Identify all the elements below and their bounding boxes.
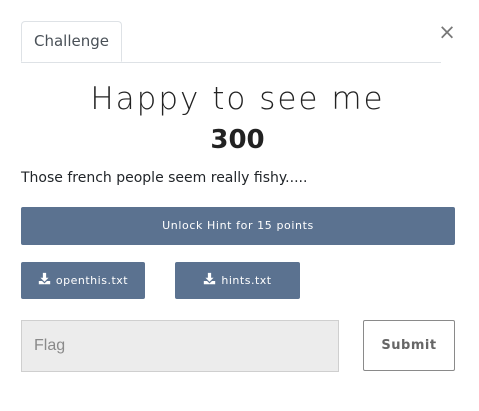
tab-bar	[21, 62, 441, 63]
file-name-label: openthis.txt	[55, 274, 129, 287]
file-download-button-openthis[interactable]: openthis.txt	[21, 262, 145, 299]
challenge-value: 300	[210, 125, 265, 155]
tab-challenge[interactable]: Challenge	[21, 21, 122, 62]
submit-label: Submit	[381, 338, 437, 353]
download-icon	[38, 272, 51, 285]
challenge-name: Happy to see me	[90, 81, 385, 117]
close-icon: ×	[438, 20, 456, 44]
flag-input[interactable]	[21, 320, 339, 372]
close-button[interactable]: ×	[437, 20, 457, 44]
download-icon	[203, 272, 216, 285]
challenge-description: Those french people seem really fishy...…	[21, 170, 308, 186]
file-download-button-hints[interactable]: hints.txt	[175, 262, 300, 299]
unlock-hint-label: Unlock Hint for 15 points	[162, 219, 314, 232]
unlock-hint-button[interactable]: Unlock Hint for 15 points	[21, 207, 455, 245]
challenge-modal: × Challenge Happy to see me 300 Those fr…	[0, 0, 479, 411]
submit-button[interactable]: Submit	[363, 320, 455, 371]
tab-challenge-label: Challenge	[34, 32, 109, 50]
file-name-label: hints.txt	[221, 274, 272, 287]
